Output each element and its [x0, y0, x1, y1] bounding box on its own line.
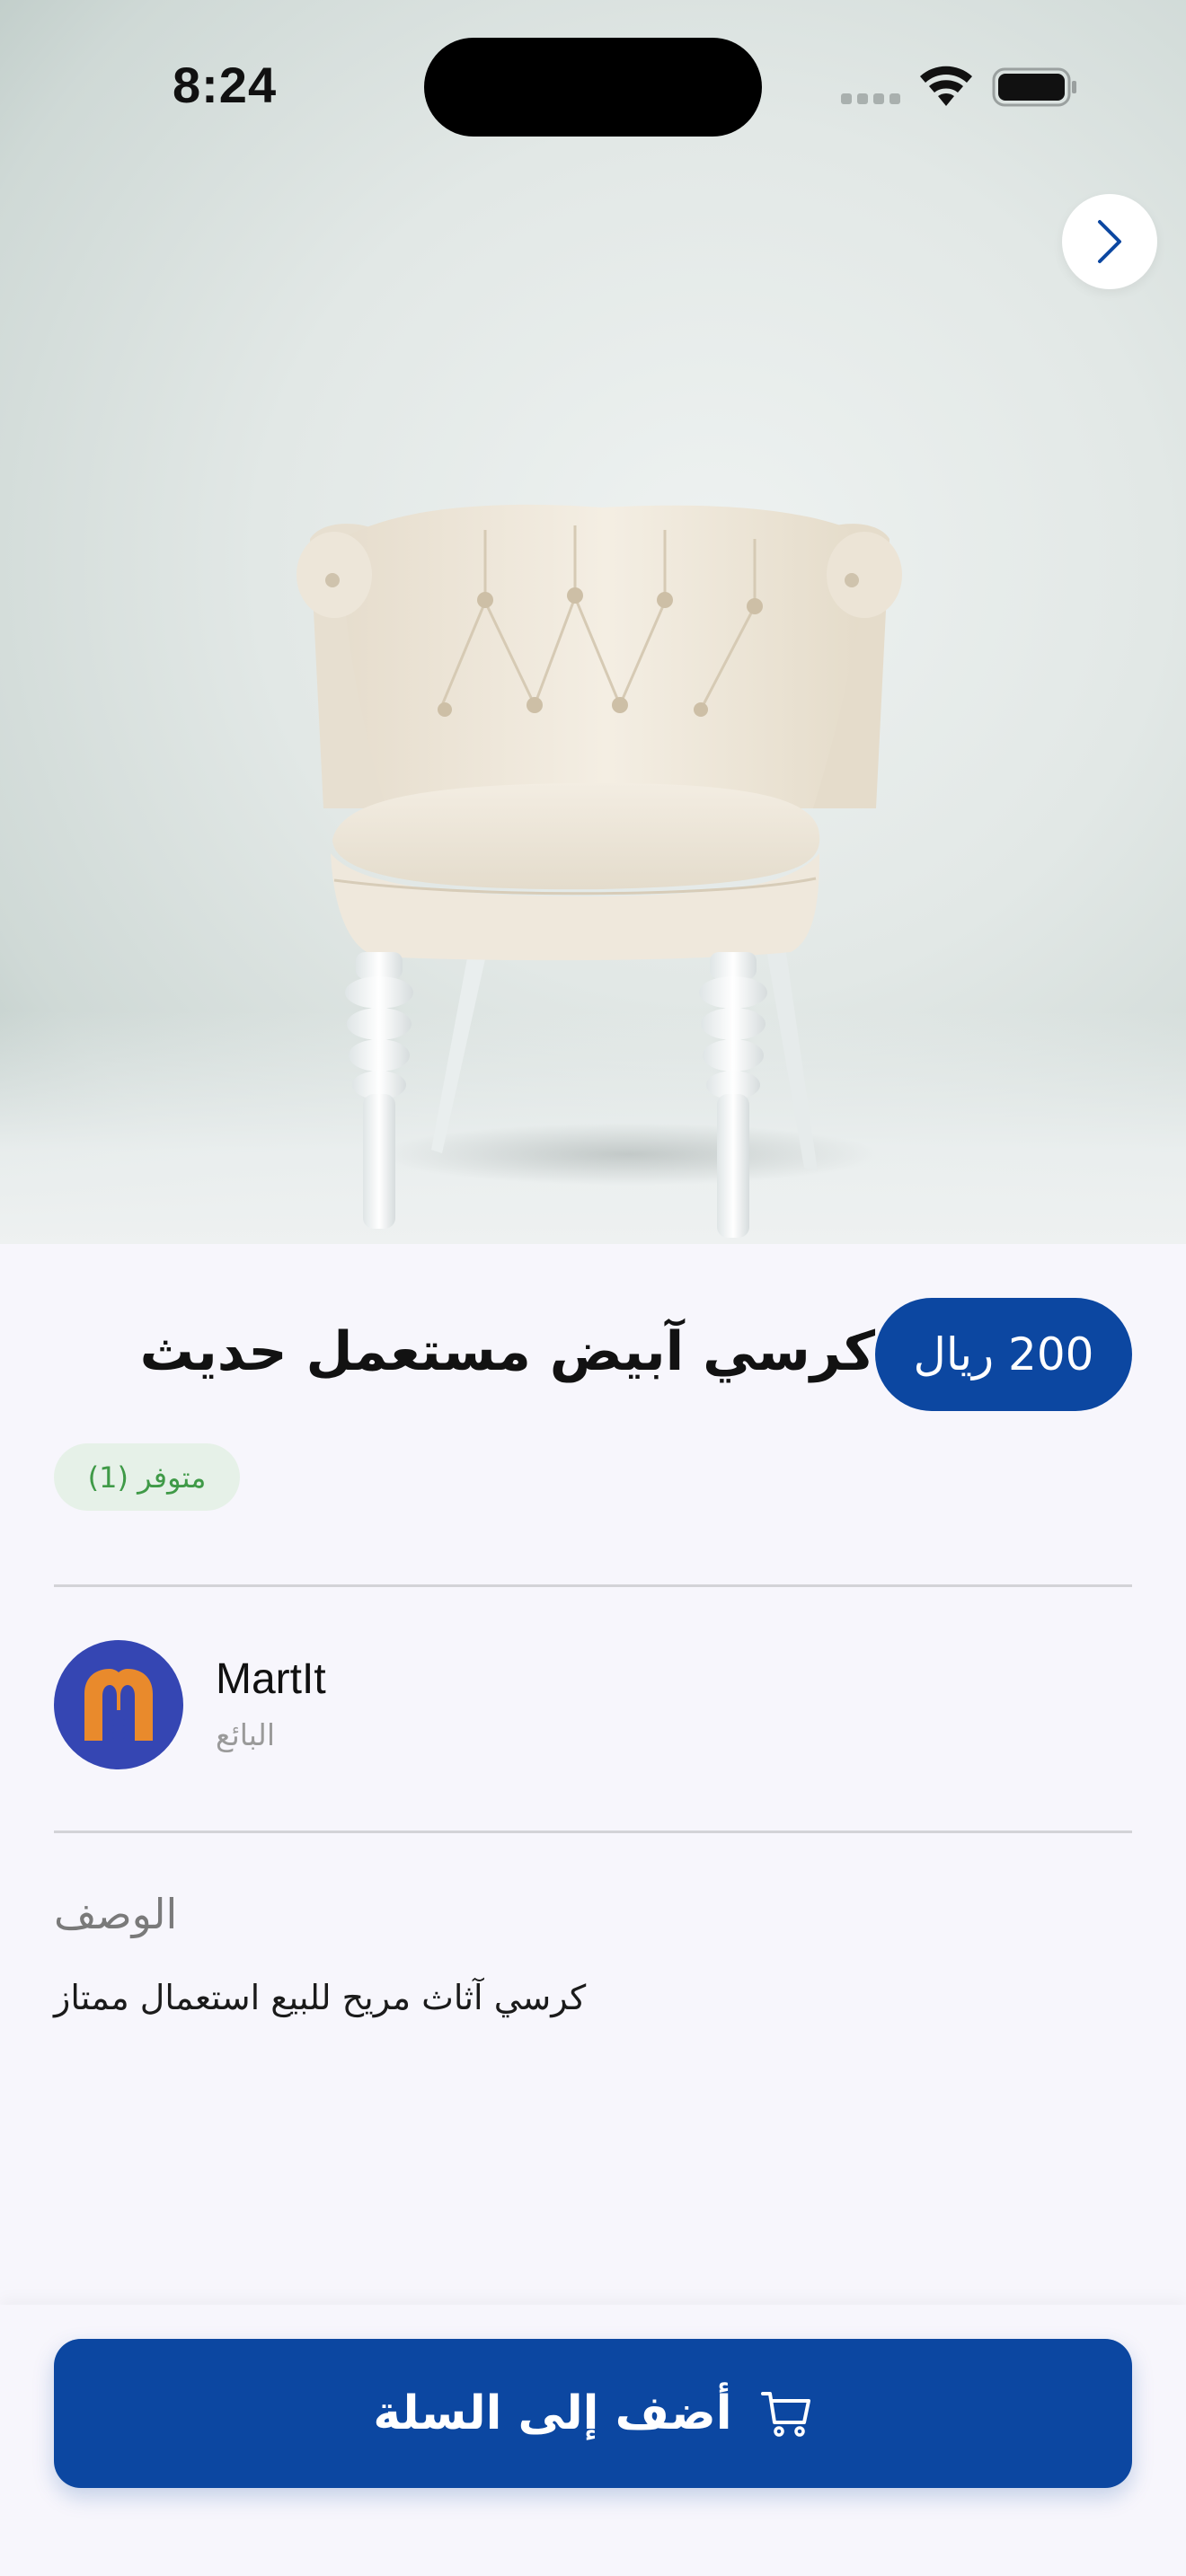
add-to-cart-button[interactable]: أضف إلى السلة — [54, 2339, 1132, 2488]
dynamic-island — [424, 38, 762, 137]
seller-avatar[interactable] — [54, 1640, 183, 1769]
battery-icon — [992, 67, 1076, 107]
divider — [54, 1831, 1132, 1833]
add-to-cart-label: أضف إلى السلة — [373, 2386, 732, 2440]
description-heading: الوصف — [54, 1890, 178, 1938]
product-image — [0, 0, 1186, 1244]
martit-logo-icon — [84, 1669, 153, 1741]
chevron-right-icon — [1098, 220, 1121, 263]
wifi-icon — [920, 66, 972, 106]
divider — [54, 1584, 1132, 1587]
product-title: كرسي آبيض مستعمل حديث — [139, 1320, 875, 1383]
description-text: كرسي آثاث مريح للبيع استعمال ممتاز — [54, 1978, 587, 2017]
cellular-signal-icon — [841, 93, 902, 106]
seller-role-label: البائع — [216, 1717, 275, 1752]
cart-icon — [760, 2392, 810, 2437]
status-time: 8:24 — [173, 57, 278, 113]
price-badge: 200 ريال — [875, 1298, 1132, 1411]
next-image-button[interactable] — [1062, 194, 1157, 289]
armchair-illustration — [296, 504, 902, 1238]
seller-name[interactable]: MartIt — [216, 1654, 326, 1704]
stock-badge: متوفر (1) — [54, 1443, 240, 1511]
